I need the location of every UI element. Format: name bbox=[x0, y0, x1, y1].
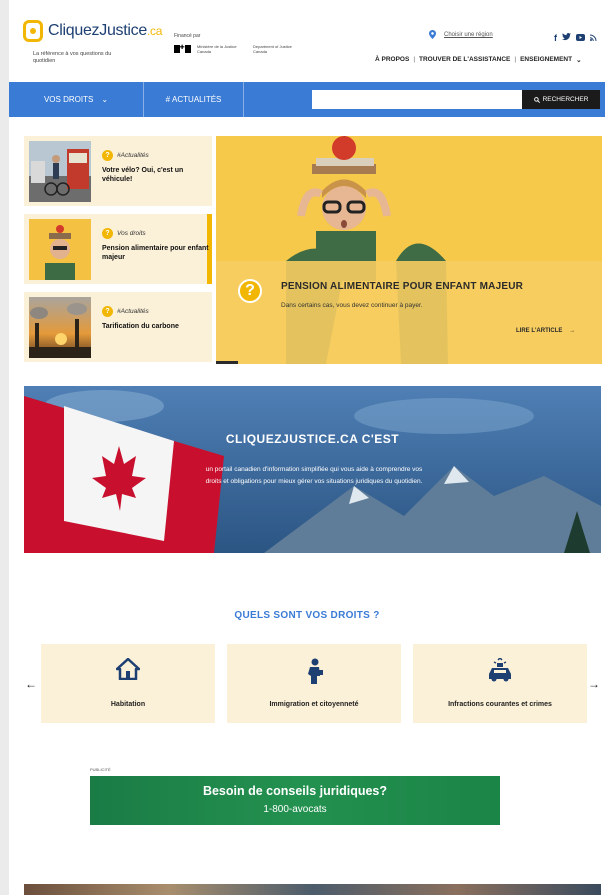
nav-news[interactable]: # ACTUALITÉS bbox=[144, 82, 244, 117]
tagline: La référence à vos questions du quotidie… bbox=[33, 51, 112, 64]
search-icon bbox=[533, 96, 540, 103]
question-icon: ? bbox=[238, 279, 262, 303]
rights-tile-offences[interactable]: Infractions courantes et crimes bbox=[413, 644, 587, 723]
question-icon: ? bbox=[102, 306, 113, 317]
site-logo[interactable]: CliquezJustice.ca bbox=[23, 20, 162, 42]
rights-tile-label: Immigration et citoyenneté bbox=[269, 701, 359, 708]
nav-your-rights[interactable]: VOS DROITS ⌄ bbox=[9, 82, 144, 117]
hero-subtitle: Dans certains cas, vous devez continuer … bbox=[281, 302, 423, 309]
card-category: #Actualités bbox=[117, 152, 149, 159]
logo-main-text: CliquezJustice bbox=[48, 22, 147, 39]
about-title: CLIQUEZJUSTICE.CA C'EST bbox=[225, 432, 400, 446]
social-links: f bbox=[554, 33, 597, 43]
chevron-down-icon[interactable]: ⌄ bbox=[576, 56, 581, 64]
logo-suffix: .ca bbox=[146, 24, 163, 38]
funded-by-label: Financé par bbox=[174, 33, 201, 39]
separator: | bbox=[514, 56, 517, 63]
article-card[interactable]: ? Vos droits Pension alimentaire pour en… bbox=[24, 214, 212, 284]
read-article-link[interactable]: LIRE L'ARTICLE → bbox=[516, 328, 575, 334]
government-identifier: Ministère de la Justice Canada Departmen… bbox=[174, 44, 303, 54]
house-icon bbox=[41, 657, 215, 685]
nav-your-rights-label: VOS DROITS bbox=[43, 95, 94, 104]
rights-tile-label: Habitation bbox=[110, 701, 146, 708]
article-card[interactable]: ? #Actualités Votre vélo? Oui, c'est un … bbox=[24, 136, 212, 206]
search-input[interactable] bbox=[312, 90, 522, 109]
topnav-about[interactable]: À PROPOS bbox=[375, 56, 409, 64]
read-article-label: LIRE L'ARTICLE bbox=[516, 328, 563, 334]
card-category: #Actualités bbox=[117, 308, 149, 315]
separator: | bbox=[413, 56, 416, 63]
rights-section-title: QUELS SONT VOS DROITS ? bbox=[234, 610, 380, 621]
carbon-pricing-article-image bbox=[29, 297, 91, 358]
site-header: CliquezJustice.ca La référence à vos que… bbox=[9, 0, 605, 82]
search-button[interactable]: RECHERCHER bbox=[522, 90, 600, 109]
rss-icon[interactable] bbox=[590, 33, 597, 43]
chevron-down-icon: ⌄ bbox=[101, 95, 109, 104]
top-navigation: À PROPOS | TROUVER DE L'ASSISTANCE | ENS… bbox=[375, 56, 582, 64]
arrow-right-icon: → bbox=[569, 328, 576, 334]
page: CliquezJustice.ca La référence à vos que… bbox=[9, 0, 605, 895]
canada-flag-icon bbox=[174, 44, 192, 53]
about-banner: CLIQUEZJUSTICE.CA C'EST un portail canad… bbox=[24, 386, 601, 553]
youtube-icon[interactable] bbox=[576, 33, 585, 43]
card-title[interactable]: Tarification du carbone bbox=[102, 322, 212, 331]
rights-tile-housing[interactable]: Habitation bbox=[41, 644, 215, 723]
topnav-find-help[interactable]: TROUVER DE L'ASSISTANCE bbox=[419, 56, 510, 64]
hero-title[interactable]: PENSION ALIMENTAIRE POUR ENFANT MAJEUR bbox=[281, 281, 523, 292]
child-support-article-image bbox=[29, 219, 91, 280]
rights-tile-label: Infractions courantes et crimes bbox=[448, 701, 552, 708]
hashtag-icon: # bbox=[165, 95, 171, 104]
logo-icon bbox=[23, 20, 43, 42]
nav-news-label: ACTUALITÉS bbox=[172, 95, 222, 104]
hero-carousel[interactable]: ? PENSION ALIMENTAIRE POUR ENFANT MAJEUR… bbox=[216, 136, 602, 364]
police-car-icon bbox=[413, 656, 587, 687]
choose-region-link[interactable]: Choisir une région bbox=[444, 32, 493, 38]
arrow-left-icon[interactable]: ← bbox=[25, 677, 37, 691]
ad-title: Besoin de conseils juridiques? bbox=[202, 784, 388, 798]
location-pin-icon bbox=[429, 30, 436, 41]
question-icon: ? bbox=[102, 150, 113, 161]
card-title[interactable]: Votre vélo? Oui, c'est un véhicule! bbox=[102, 166, 212, 184]
rights-tile-immigration[interactable]: Immigration et citoyenneté bbox=[227, 644, 401, 723]
ad-banner[interactable]: Besoin de conseils juridiques? 1-800-avo… bbox=[90, 776, 500, 825]
carousel-progress bbox=[216, 361, 238, 364]
arrow-right-icon[interactable]: → bbox=[588, 677, 600, 691]
topnav-teaching[interactable]: ENSEIGNEMENT bbox=[520, 56, 572, 64]
twitter-icon[interactable] bbox=[562, 33, 571, 43]
ad-phone: 1-800-avocats bbox=[263, 804, 327, 815]
search-button-label: RECHERCHER bbox=[542, 96, 589, 103]
card-title[interactable]: Pension alimentaire pour enfant majeur bbox=[102, 244, 212, 262]
article-card[interactable]: ? #Actualités Tarification du carbone bbox=[24, 292, 212, 362]
hero-caption-band bbox=[216, 261, 602, 364]
dept-name-fr: Ministère de la Justice Canada bbox=[197, 44, 237, 54]
bike-article-image bbox=[29, 141, 91, 202]
question-icon: ? bbox=[102, 228, 113, 239]
person-icon bbox=[227, 658, 401, 689]
card-category: Vos droits bbox=[117, 230, 146, 237]
footer-image-strip bbox=[24, 884, 601, 895]
facebook-icon[interactable]: f bbox=[554, 33, 557, 43]
dept-name-en: Department of Justice Canada bbox=[253, 44, 292, 54]
about-description: un portail canadien d'information simpli… bbox=[205, 466, 423, 485]
ad-label: PUBLICITÉ bbox=[90, 767, 111, 772]
main-navigation: VOS DROITS ⌄ # ACTUALITÉS RECHERCHER bbox=[9, 82, 605, 117]
